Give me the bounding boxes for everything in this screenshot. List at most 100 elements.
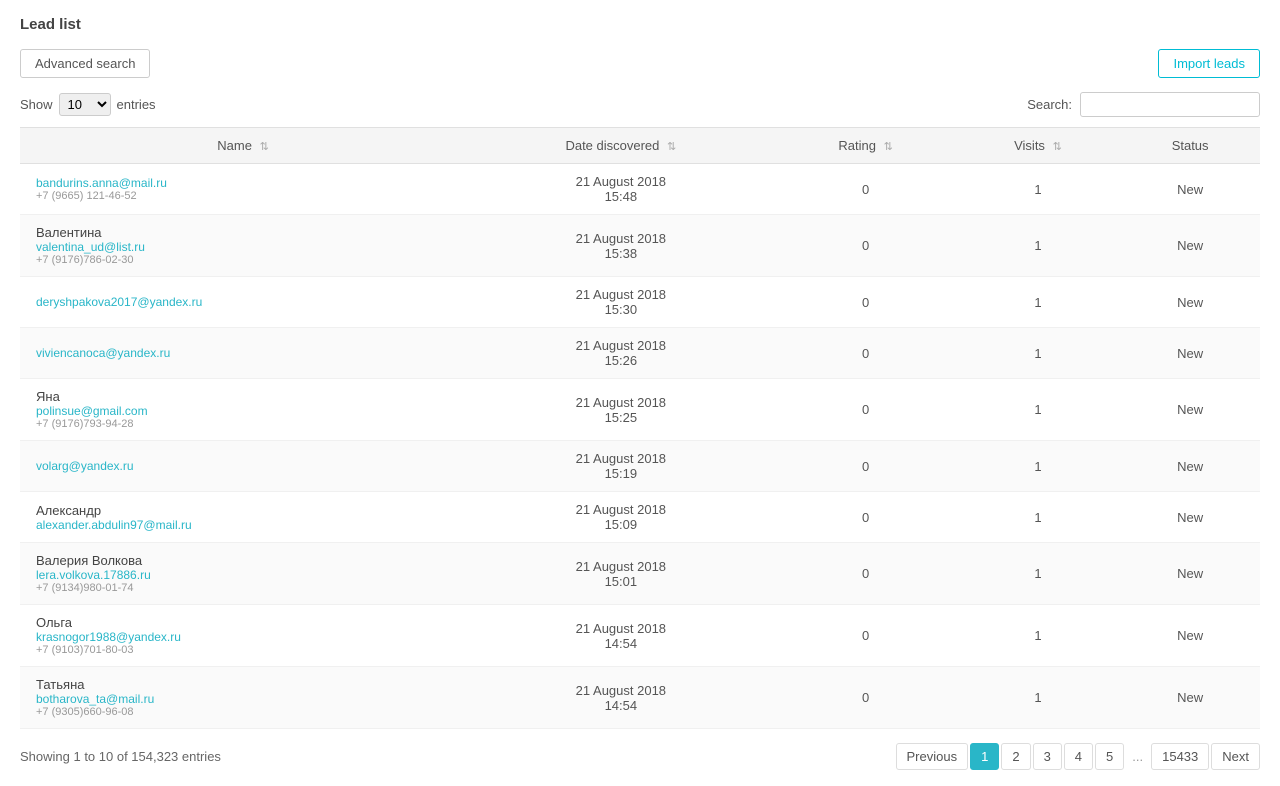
- lead-date: 21 August 2018 15:01: [466, 543, 776, 605]
- lead-visits: 1: [956, 492, 1121, 543]
- col-rating: Rating ⇅: [776, 128, 956, 164]
- table-controls: Show 10 25 50 100 entries Search:: [20, 92, 1260, 117]
- lead-name-cell: Янаpolinsue@gmail.com+7 (9176)793-94-28: [20, 379, 466, 441]
- col-status: Status: [1120, 128, 1260, 164]
- lead-name-cell: Татьянаbotharova_ta@mail.ru+7 (9305)660-…: [20, 667, 466, 729]
- lead-email-link[interactable]: bandurins.anna@mail.ru: [36, 176, 454, 190]
- lead-visits: 1: [956, 543, 1121, 605]
- lead-date: 21 August 2018 15:48: [466, 164, 776, 215]
- footer-bar: Showing 1 to 10 of 154,323 entries Previ…: [20, 743, 1260, 770]
- lead-visits: 1: [956, 277, 1121, 328]
- lead-email-link[interactable]: botharova_ta@mail.ru: [36, 692, 454, 706]
- lead-rating: 0: [776, 441, 956, 492]
- col-visits: Visits ⇅: [956, 128, 1121, 164]
- table-row: Янаpolinsue@gmail.com+7 (9176)793-94-282…: [20, 379, 1260, 441]
- prev-page-button[interactable]: Previous: [896, 743, 969, 770]
- lead-rating: 0: [776, 605, 956, 667]
- lead-name-cell: viviencanoca@yandex.ru: [20, 328, 466, 379]
- table-row: Валентинаvalentina_ud@list.ru+7 (9176)78…: [20, 215, 1260, 277]
- lead-date: 21 August 2018 15:38: [466, 215, 776, 277]
- lead-visits: 1: [956, 164, 1121, 215]
- lead-visits: 1: [956, 605, 1121, 667]
- lead-name-cell: Александрalexander.abdulin97@mail.ru: [20, 492, 466, 543]
- sort-icon-date[interactable]: ⇅: [667, 140, 676, 153]
- lead-rating: 0: [776, 277, 956, 328]
- lead-email-link[interactable]: krasnogor1988@yandex.ru: [36, 630, 454, 644]
- lead-date: 21 August 2018 14:54: [466, 605, 776, 667]
- lead-date: 21 August 2018 15:30: [466, 277, 776, 328]
- lead-status: New: [1120, 215, 1260, 277]
- lead-rating: 0: [776, 379, 956, 441]
- lead-email-link[interactable]: deryshpakova2017@yandex.ru: [36, 295, 454, 309]
- page-3-button[interactable]: 3: [1033, 743, 1062, 770]
- sort-icon-name[interactable]: ⇅: [260, 140, 269, 153]
- lead-status: New: [1120, 328, 1260, 379]
- lead-name-cell: Ольгаkrasnogor1988@yandex.ru+7 (9103)701…: [20, 605, 466, 667]
- table-header-row: Name ⇅ Date discovered ⇅ Rating ⇅ Visits…: [20, 128, 1260, 164]
- lead-email-link[interactable]: lera.volkova.17886.ru: [36, 568, 454, 582]
- show-label: Show: [20, 97, 53, 112]
- last-page-button[interactable]: 15433: [1151, 743, 1209, 770]
- table-row: Татьянаbotharova_ta@mail.ru+7 (9305)660-…: [20, 667, 1260, 729]
- table-row: viviencanoca@yandex.ru 21 August 2018 15:…: [20, 328, 1260, 379]
- table-row: volarg@yandex.ru 21 August 2018 15:1901Ne…: [20, 441, 1260, 492]
- lead-date: 21 August 2018 15:19: [466, 441, 776, 492]
- lead-email-link[interactable]: viviencanoca@yandex.ru: [36, 346, 454, 360]
- col-date: Date discovered ⇅: [466, 128, 776, 164]
- lead-status: New: [1120, 441, 1260, 492]
- lead-phone: +7 (9103)701-80-03: [36, 644, 454, 656]
- lead-rating: 0: [776, 328, 956, 379]
- col-name: Name ⇅: [20, 128, 466, 164]
- table-row: deryshpakova2017@yandex.ru 21 August 2018…: [20, 277, 1260, 328]
- advanced-search-button[interactable]: Advanced search: [20, 49, 150, 78]
- lead-status: New: [1120, 605, 1260, 667]
- next-page-button[interactable]: Next: [1211, 743, 1260, 770]
- lead-visits: 1: [956, 667, 1121, 729]
- lead-email-link[interactable]: alexander.abdulin97@mail.ru: [36, 518, 454, 532]
- lead-visits: 1: [956, 215, 1121, 277]
- sort-icon-rating[interactable]: ⇅: [884, 140, 893, 153]
- lead-status: New: [1120, 492, 1260, 543]
- table-row: Александрalexander.abdulin97@mail.ru21 A…: [20, 492, 1260, 543]
- search-box: Search:: [1027, 92, 1260, 117]
- table-row: Ольгаkrasnogor1988@yandex.ru+7 (9103)701…: [20, 605, 1260, 667]
- page-title: Lead list: [20, 16, 1260, 33]
- lead-email-link[interactable]: valentina_ud@list.ru: [36, 240, 454, 254]
- lead-email-link[interactable]: volarg@yandex.ru: [36, 459, 454, 473]
- lead-phone: +7 (9176)793-94-28: [36, 418, 454, 430]
- lead-name: Татьяна: [36, 677, 84, 692]
- lead-phone: +7 (9176)786-02-30: [36, 254, 454, 266]
- lead-rating: 0: [776, 667, 956, 729]
- lead-status: New: [1120, 379, 1260, 441]
- lead-visits: 1: [956, 441, 1121, 492]
- table-row: bandurins.anna@mail.ru+7 (9665) 121-46-5…: [20, 164, 1260, 215]
- lead-phone: +7 (9665) 121-46-52: [36, 190, 454, 202]
- lead-rating: 0: [776, 215, 956, 277]
- lead-name-cell: Валентинаvalentina_ud@list.ru+7 (9176)78…: [20, 215, 466, 277]
- lead-visits: 1: [956, 328, 1121, 379]
- pagination: Previous 1 2 3 4 5 ... 15433 Next: [896, 743, 1260, 770]
- lead-email-link[interactable]: polinsue@gmail.com: [36, 404, 454, 418]
- sort-icon-visits[interactable]: ⇅: [1053, 140, 1062, 153]
- lead-status: New: [1120, 164, 1260, 215]
- page-2-button[interactable]: 2: [1001, 743, 1030, 770]
- lead-status: New: [1120, 543, 1260, 605]
- lead-name-cell: Валерия Волковаlera.volkova.17886.ru+7 (…: [20, 543, 466, 605]
- search-input[interactable]: [1080, 92, 1260, 117]
- lead-date: 21 August 2018 15:26: [466, 328, 776, 379]
- lead-status: New: [1120, 667, 1260, 729]
- lead-name-cell: deryshpakova2017@yandex.ru: [20, 277, 466, 328]
- lead-status: New: [1120, 277, 1260, 328]
- page-5-button[interactable]: 5: [1095, 743, 1124, 770]
- import-leads-button[interactable]: Import leads: [1158, 49, 1260, 78]
- entries-per-page-select[interactable]: 10 25 50 100: [59, 93, 111, 116]
- table-row: Валерия Волковаlera.volkova.17886.ru+7 (…: [20, 543, 1260, 605]
- lead-name-cell: volarg@yandex.ru: [20, 441, 466, 492]
- lead-date: 21 August 2018 14:54: [466, 667, 776, 729]
- pagination-dots: ...: [1126, 744, 1149, 769]
- lead-rating: 0: [776, 164, 956, 215]
- footer-info: Showing 1 to 10 of 154,323 entries: [20, 749, 221, 764]
- page-1-button[interactable]: 1: [970, 743, 999, 770]
- page-4-button[interactable]: 4: [1064, 743, 1093, 770]
- lead-phone: +7 (9134)980-01-74: [36, 582, 454, 594]
